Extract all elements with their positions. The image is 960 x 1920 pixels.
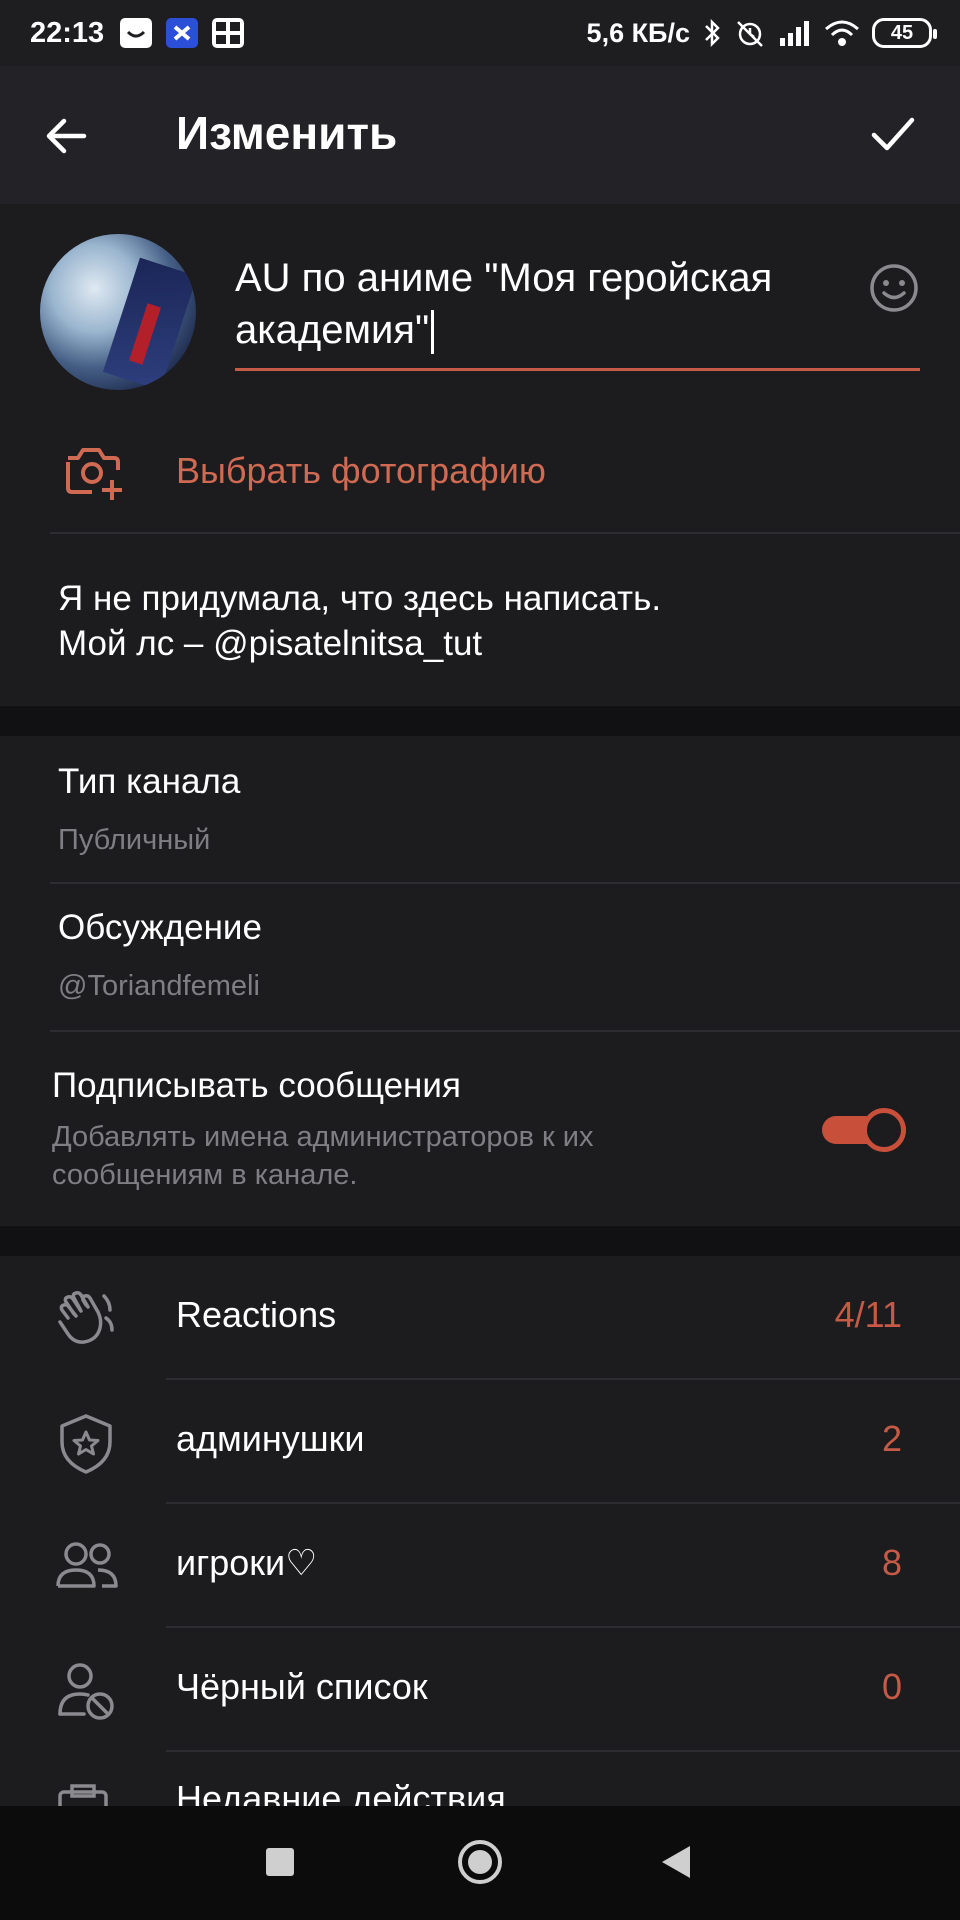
text-cursor (431, 310, 435, 355)
emoji-icon[interactable] (868, 262, 920, 314)
name-input-underline (235, 368, 920, 371)
discussion-title: Обсуждение (58, 908, 262, 947)
status-time: 22:13 (30, 16, 105, 49)
list-item-blacklist[interactable]: Чёрный список 0 (0, 1628, 960, 1752)
list-item-count: 4/11 (834, 1294, 902, 1335)
home-button[interactable] (458, 1840, 502, 1884)
members-icon (56, 1542, 118, 1588)
vk-app-icon (120, 18, 153, 48)
divider (50, 532, 960, 534)
messenger-app-icon (166, 18, 199, 48)
channel-avatar[interactable] (40, 234, 196, 390)
blocked-user-icon (58, 1663, 114, 1720)
toggle-knob (862, 1108, 906, 1152)
channel-name-input[interactable]: AU по аниме "Моя геройская академия" (235, 252, 865, 356)
channel-management-list: Reactions 4/11 админушки 2 игроки♡ 8 Чёр… (0, 1256, 960, 1806)
alarm-off-icon (737, 21, 763, 47)
battery-indicator: 45 (872, 18, 937, 48)
admin-shield-icon (60, 1414, 112, 1474)
signal-icon (780, 21, 809, 46)
discussion-value: @Toriandfemeli (58, 970, 260, 1002)
status-bar: 22:13 5,6 КБ/с 45 (0, 0, 960, 66)
gallery-app-icon (212, 18, 245, 48)
channel-name-text: AU по аниме "Моя геройская академия" (235, 256, 773, 352)
app-bar: Изменить (0, 66, 960, 204)
list-item-label: Недавние действия (176, 1778, 506, 1806)
list-item-count: 0 (881, 1666, 902, 1707)
discussion-row[interactable]: Обсуждение @Toriandfemeli (0, 884, 960, 1030)
list-item-label: Reactions (176, 1294, 337, 1335)
recent-actions-icon (58, 1784, 108, 1806)
notification-icons (120, 18, 245, 48)
system-back-button[interactable] (662, 1846, 690, 1878)
list-item-reactions[interactable]: Reactions 4/11 (0, 1256, 960, 1380)
channel-type-value: Публичный (58, 824, 211, 856)
list-item-count: 2 (881, 1418, 902, 1459)
list-item-members[interactable]: игроки♡ 8 (0, 1504, 960, 1628)
channel-description-input[interactable]: Я не придумала, что здесь написать. Мой … (58, 576, 661, 666)
sign-messages-description: Добавлять имена администраторов к их соо… (52, 1121, 594, 1191)
wifi-icon (825, 20, 859, 46)
page-title: Изменить (176, 107, 398, 159)
channel-info-section: AU по аниме "Моя геройская академия" Выб… (0, 204, 960, 706)
section-gap (0, 706, 960, 736)
network-speed: 5,6 КБ/с (586, 17, 690, 48)
description-line: Мой лс – @pisatelnitsa_tut (58, 624, 483, 663)
choose-photo-label: Выбрать фотографию (176, 450, 546, 491)
list-item-recent-actions[interactable]: Недавние действия (0, 1752, 960, 1806)
description-line: Я не придумала, что здесь написать. (58, 579, 662, 618)
channel-settings-section: Тип канала Публичный Обсуждение @Toriand… (0, 736, 960, 1226)
channel-type-title: Тип канала (58, 762, 241, 801)
channel-type-row[interactable]: Тип канала Публичный (0, 736, 960, 882)
list-item-admins[interactable]: админушки 2 (0, 1380, 960, 1504)
system-navigation-bar (0, 1806, 960, 1920)
status-right: 5,6 КБ/с 45 (586, 17, 937, 49)
back-arrow-icon[interactable] (44, 114, 88, 158)
section-gap (0, 1226, 960, 1256)
list-item-label: Чёрный список (176, 1666, 428, 1707)
sign-messages-toggle[interactable] (822, 1108, 906, 1152)
list-item-label: админушки (176, 1418, 365, 1459)
add-photo-camera-icon (66, 448, 122, 500)
recents-button[interactable] (266, 1848, 294, 1876)
save-check-icon[interactable] (870, 114, 916, 154)
bluetooth-icon (705, 18, 720, 48)
reactions-hand-icon (58, 1291, 114, 1344)
list-item-count: 8 (881, 1542, 902, 1583)
sign-messages-title: Подписывать сообщения (52, 1066, 461, 1105)
list-item-label: игроки♡ (176, 1542, 318, 1583)
